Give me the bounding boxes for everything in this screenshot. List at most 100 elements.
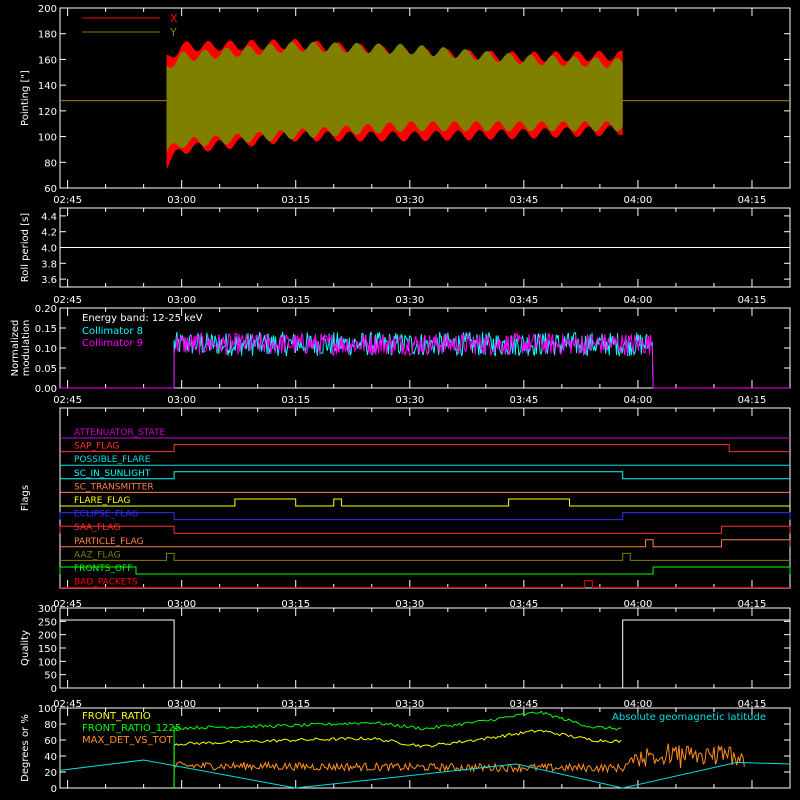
flag-label: POSSIBLE_FLARE [74,455,151,465]
y-tick-label: 100 [38,133,57,144]
y-tick-label: 0.00 [35,384,57,395]
y-tick-label: 200 [38,4,57,15]
x-tick-label: 02:45 [53,395,82,406]
series-line [60,619,790,689]
y-tick-label: 80 [44,720,57,731]
series-line-MAX_DET_VS_TOT [173,743,745,774]
y-tick-label: 20 [44,768,57,779]
y-tick-label: 120 [38,107,57,118]
panel-3: 02:45 03:00 03:15 03:30 03:45 04:00 04:15 Norma… [10,304,791,406]
x-tick-label: 04:00 [624,395,653,406]
flag-label: SC_IN_SUNLIGHT [74,469,151,479]
y-tick-label: 50 [44,671,57,682]
annotation-energy-band: Energy band: 12-25 keV [82,313,203,324]
y-tick-label: 160 [38,55,57,66]
y-tick-label: 0 [51,684,57,695]
y-tick-label: 40 [44,752,57,763]
y-tick-label: 3.6 [41,275,57,286]
legend-label: Collimator 8 [82,326,143,337]
panel-5: 02:45 03:00 03:15 03:30 03:45 04:00 04:15Quali… [20,604,791,710]
y-tick-label: 3.8 [41,259,57,270]
flag-label: AAZ_FLAG [74,550,121,560]
y-axis-label: Quality [20,630,31,666]
x-tick-label: 03:15 [281,195,310,206]
y-tick-label: 140 [38,81,57,92]
y-axis-label: Flags [20,485,31,511]
flag-label: SC_TRANSMITTER [74,482,154,492]
legend-label: FRONT_RATIO [82,711,151,722]
legend-label: Absolute geomagnetic latitude [612,712,766,723]
legend-label: X [170,12,178,25]
flag-line [59,566,791,575]
panel-6: Degrees or % 0 20 40 60 80 100 FRONT_RATIOFRONT… [20,704,791,795]
y-tick-label: 100 [38,704,57,715]
panel-2: 02:45 03:00 03:15 03:30 03:45 04:00 04:15 Roll … [20,207,791,306]
y-axis-label-line: modulation [21,320,32,377]
y-axis-label: Normalizedmodulation [10,320,32,377]
x-tick-label: 03:15 [281,295,310,306]
flag-label: ECLIPSE_FLAG [74,510,138,520]
x-tick-label: 04:00 [624,295,653,306]
flag-label: FRONTS_OFF [74,564,132,574]
y-tick-label: 0.05 [35,364,57,375]
flag-label: ATTENUATOR_STATE [74,428,166,438]
panel-1: 02:45 03:00 03:15 03:30 03:45 04:00 04:15 Point… [20,4,791,206]
x-tick-label: 03:30 [395,295,424,306]
x-tick-label: 04:15 [738,295,767,306]
x-tick-label: 03:00 [167,295,196,306]
y-tick-label: 150 [38,644,57,655]
flag-line [60,552,790,561]
legend-label: Y [169,26,177,39]
y-tick-label: 60 [44,736,57,747]
y-tick-label: 60 [44,184,57,195]
x-tick-label: 03:00 [167,195,196,206]
x-tick-label: 02:45 [53,295,82,306]
x-tick-label: 04:15 [738,195,767,206]
x-tick-label: 03:30 [395,395,424,406]
flag-line [59,512,791,521]
flag-line [60,539,791,548]
x-tick-label: 04:00 [624,195,653,206]
flag-label: BAD_PACKETS [74,578,138,588]
y-axis-label: Roll period [s] [20,213,31,282]
series-line-FRONT_RATIO [173,729,622,789]
flag-line [60,444,790,453]
x-tick-label: 03:15 [281,395,310,406]
flag-label: SAA_FLAG [74,523,120,533]
x-tick-label: 03:45 [509,395,538,406]
y-tick-label: 300 [38,604,57,615]
legend-label: FRONT_RATIO_1225 [82,723,181,734]
y-tick-label: 4.2 [41,228,57,239]
y-axis-label: Pointing ["] [20,70,31,126]
series-line-Collimator-9 [60,331,790,389]
x-tick-label: 03:45 [509,295,538,306]
plot-frame [59,407,791,589]
y-tick-label: 0.10 [35,344,57,355]
y-axis-label-line: Normalized [10,320,21,377]
chart-canvas: 02:45 03:00 03:15 03:30 03:45 04:00 04:15 Point… [10,4,791,795]
flag-line [60,498,790,507]
y-tick-label: 100 [38,657,57,668]
y-axis-label: Degrees or % [20,714,31,782]
flag-label: PARTICLE_FLAG [74,537,144,547]
y-tick-label: 200 [38,631,57,642]
y-tick-label: 4.4 [41,212,57,223]
flag-line [60,471,790,480]
legend-label: MAX_DET_VS_TOT [82,735,174,746]
y-tick-label: 4.0 [41,244,57,255]
y-tick-label: 80 [44,158,57,169]
y-tick-label: 180 [38,30,57,41]
x-tick-label: 03:00 [167,395,196,406]
panel-4: 02:45 03:00 03:15 03:30 03:45 04:00 04:15Flags… [20,407,791,610]
flag-label: FLARE_FLAG [74,496,130,506]
y-tick-label: 0 [51,784,57,795]
flag-line [59,525,791,534]
y-tick-label: 0.20 [35,304,57,315]
x-tick-label: 04:15 [738,395,767,406]
y-tick-label: 250 [38,617,57,628]
flag-label: SAP_FLAG [74,442,119,452]
y-tick-label: 0.15 [35,324,57,335]
flag-line [60,580,790,589]
x-tick-label: 03:45 [509,195,538,206]
legend-label: Collimator 9 [82,338,143,349]
